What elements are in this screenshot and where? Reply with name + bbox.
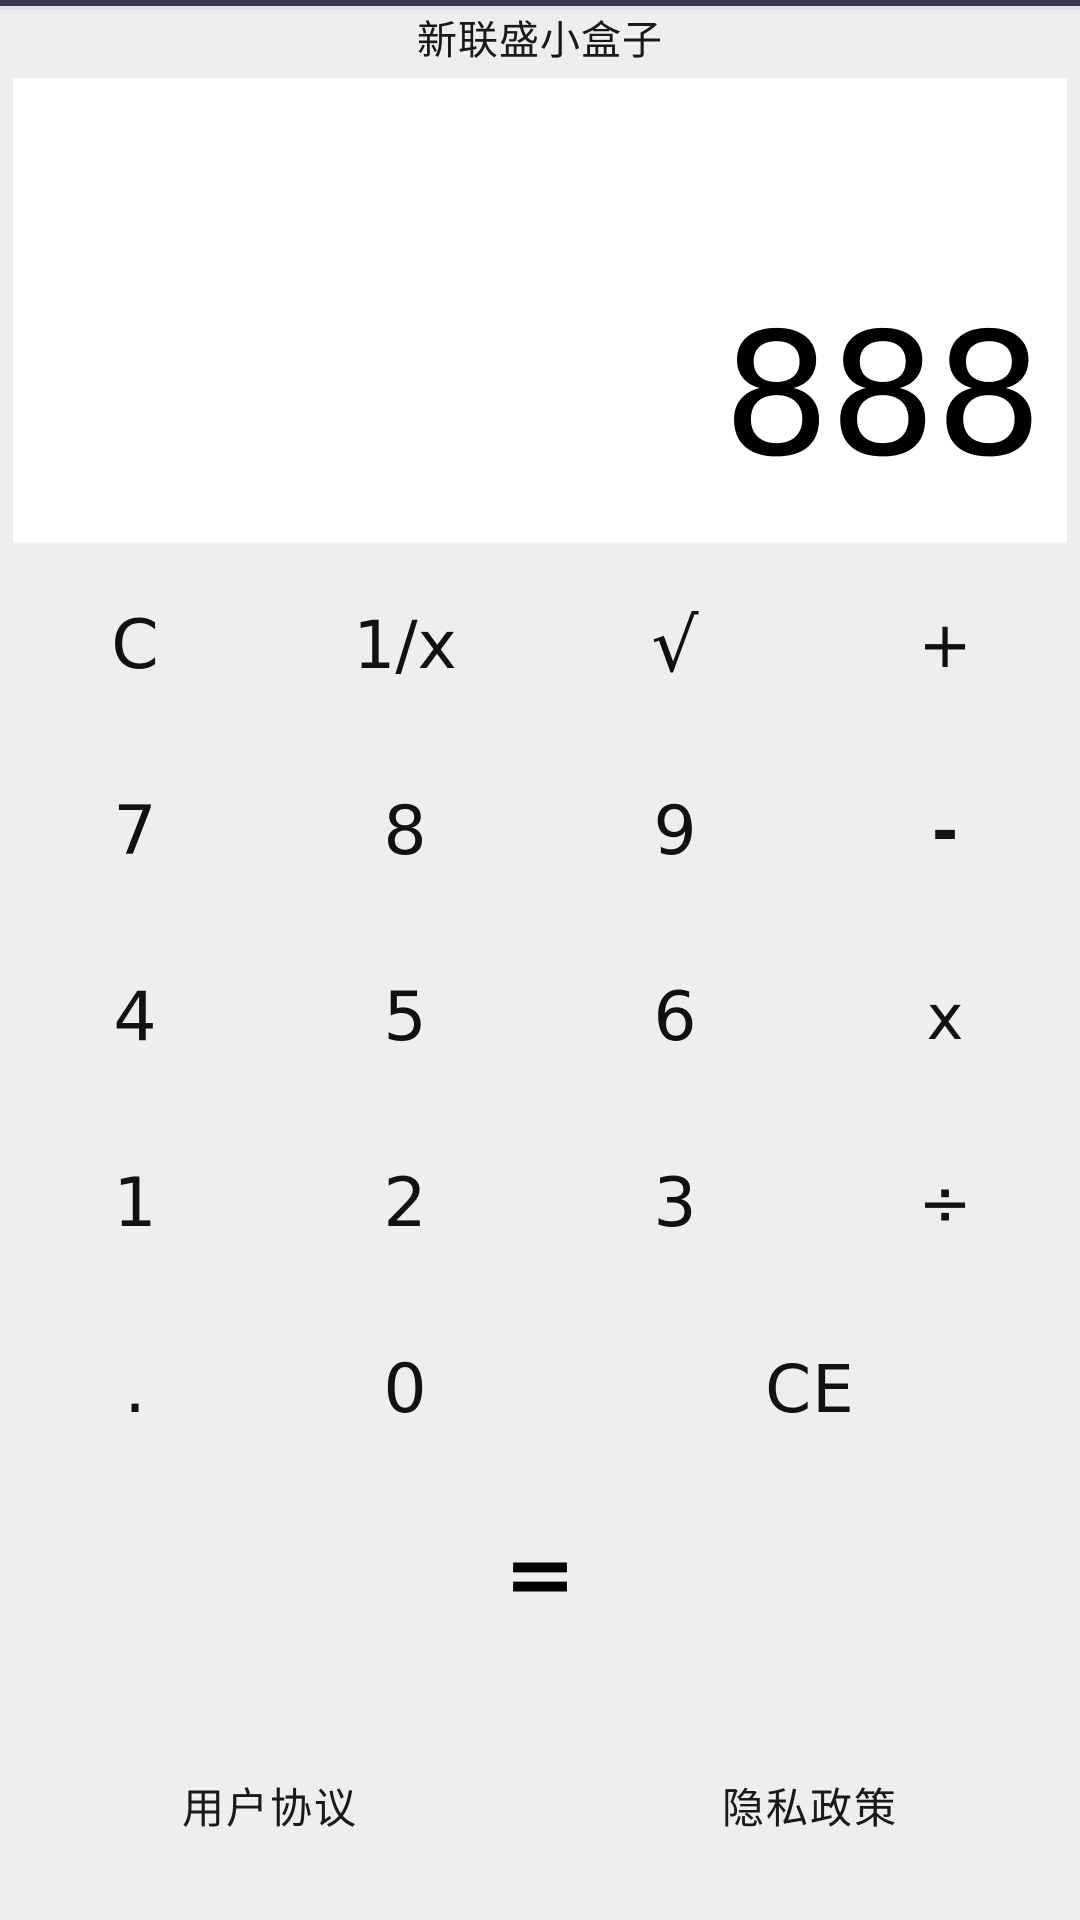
- key-eight[interactable]: 8: [270, 739, 540, 925]
- calculator-display[interactable]: 888: [13, 78, 1067, 543]
- key-four-label: 4: [113, 978, 157, 1057]
- keypad: C 1/x √ + 7 8 9 - 4 5 6 x 1 2 3 ÷ . 0 CE: [0, 553, 1080, 1483]
- key-six[interactable]: 6: [540, 925, 810, 1111]
- key-two[interactable]: 2: [270, 1111, 540, 1297]
- key-clear-label: C: [111, 606, 159, 685]
- equals-row: =: [0, 1490, 1080, 1660]
- key-three-label: 3: [653, 1164, 697, 1243]
- key-clear-entry[interactable]: CE: [540, 1297, 1080, 1483]
- key-equals[interactable]: =: [504, 1532, 576, 1618]
- app-title: 新联盛小盒子: [417, 18, 663, 64]
- key-five-label: 5: [383, 978, 427, 1057]
- keypad-row-4: 1 2 3 ÷: [0, 1111, 1080, 1297]
- key-seven[interactable]: 7: [0, 739, 270, 925]
- key-four[interactable]: 4: [0, 925, 270, 1111]
- key-reciprocal-label: 1/x: [353, 607, 457, 684]
- key-three[interactable]: 3: [540, 1111, 810, 1297]
- key-nine[interactable]: 9: [540, 739, 810, 925]
- key-subtract[interactable]: -: [810, 739, 1080, 925]
- key-multiply[interactable]: x: [810, 925, 1080, 1111]
- key-one[interactable]: 1: [0, 1111, 270, 1297]
- key-reciprocal[interactable]: 1/x: [270, 553, 540, 739]
- key-square-root[interactable]: √: [540, 553, 810, 739]
- keypad-row-5: . 0 CE: [0, 1297, 1080, 1483]
- key-clear-entry-label: CE: [765, 1351, 855, 1428]
- display-value: 888: [722, 297, 1043, 495]
- key-nine-label: 9: [653, 792, 697, 871]
- title-bar: 新联盛小盒子: [0, 10, 1080, 72]
- footer: 用户协议 隐私政策: [0, 1788, 1080, 1830]
- key-two-label: 2: [383, 1164, 427, 1243]
- key-decimal-point-label: .: [124, 1350, 146, 1429]
- multiply-icon: x: [926, 981, 964, 1054]
- key-divide[interactable]: ÷: [810, 1111, 1080, 1297]
- privacy-policy-link[interactable]: 隐私政策: [722, 1788, 898, 1830]
- keypad-row-3: 4 5 6 x: [0, 925, 1080, 1111]
- keypad-row-2: 7 8 9 -: [0, 739, 1080, 925]
- user-agreement-link[interactable]: 用户协议: [182, 1788, 358, 1830]
- key-five[interactable]: 5: [270, 925, 540, 1111]
- square-root-icon: √: [651, 603, 699, 689]
- minus-icon: -: [931, 795, 959, 869]
- equals-icon: =: [503, 1525, 577, 1625]
- key-zero[interactable]: 0: [270, 1297, 540, 1483]
- key-clear[interactable]: C: [0, 553, 270, 739]
- key-six-label: 6: [653, 978, 697, 1057]
- key-eight-label: 8: [383, 792, 427, 871]
- divide-icon: ÷: [918, 1167, 972, 1241]
- calculator-app: 新联盛小盒子 888 C 1/x √ + 7 8 9 - 4 5 6 x 1 2…: [0, 0, 1080, 1920]
- key-zero-label: 0: [383, 1350, 427, 1429]
- key-one-label: 1: [113, 1164, 157, 1243]
- key-seven-label: 7: [113, 792, 157, 871]
- key-add[interactable]: +: [810, 553, 1080, 739]
- keypad-row-1: C 1/x √ +: [0, 553, 1080, 739]
- plus-icon: +: [918, 609, 972, 683]
- key-decimal-point[interactable]: .: [0, 1297, 270, 1483]
